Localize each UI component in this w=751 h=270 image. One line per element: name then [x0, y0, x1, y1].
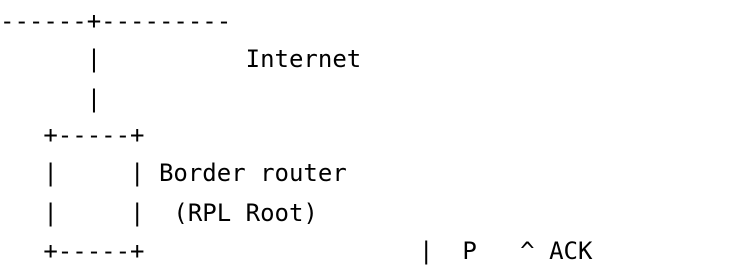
connector-line: | — [0, 85, 102, 113]
border-router-label-line: | | Border router — [0, 159, 347, 187]
network-diagram: ------+--------- | Internet | +-----+ | … — [0, 0, 751, 265]
router-box-top: +-----+ — [0, 121, 145, 149]
router-box-bottom-ack-line: +-----+ | P ^ ACK — [0, 237, 593, 265]
internet-label-line: | Internet — [0, 45, 362, 73]
internet-link-line: ------+--------- — [0, 7, 232, 35]
rpl-root-label-line: | | (RPL Root) — [0, 199, 318, 227]
